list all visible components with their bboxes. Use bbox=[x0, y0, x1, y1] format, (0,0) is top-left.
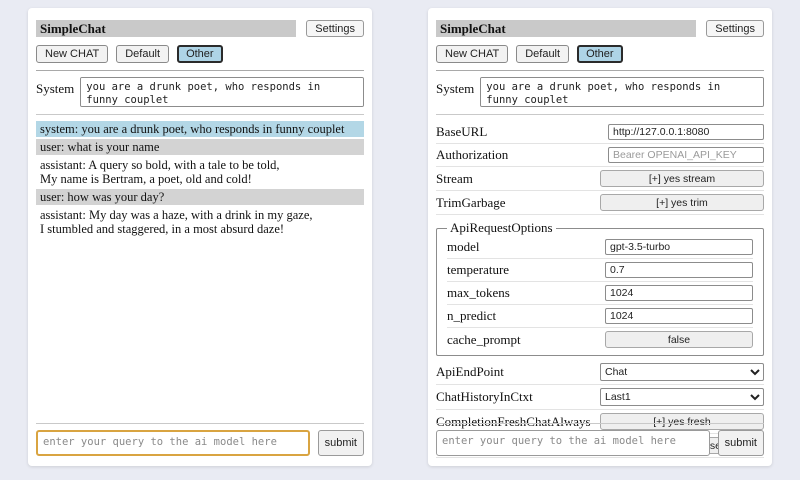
trimgarbage-label: TrimGarbage bbox=[436, 195, 600, 211]
setting-row-cache-prompt: cache_prompt false bbox=[447, 328, 753, 351]
settings-button[interactable]: Settings bbox=[706, 20, 764, 37]
session-tab-default[interactable]: Default bbox=[116, 45, 169, 63]
divider bbox=[436, 423, 764, 424]
setting-row-trimgarbage: TrimGarbage [+] yes trim bbox=[436, 191, 764, 215]
n-predict-input[interactable] bbox=[605, 308, 753, 324]
app-title: SimpleChat bbox=[36, 20, 296, 37]
setting-row-temperature: temperature bbox=[447, 259, 753, 282]
chat-message-assistant: assistant: My day was a haze, with a dri… bbox=[36, 207, 364, 237]
system-prompt-input[interactable]: you are a drunk poet, who responds in fu… bbox=[80, 77, 364, 107]
divider bbox=[36, 114, 364, 115]
chat-message-user: user: what is your name bbox=[36, 139, 364, 155]
setting-row-authorization: Authorization bbox=[436, 144, 764, 167]
model-input[interactable] bbox=[605, 239, 753, 255]
settings-list: BaseURL Authorization Stream [+] yes str… bbox=[436, 121, 764, 458]
setting-row-chathistoryinctxt: ChatHistoryInCtxt Last1 bbox=[436, 385, 764, 410]
authorization-label: Authorization bbox=[436, 147, 608, 163]
submit-button[interactable]: submit bbox=[718, 430, 764, 456]
query-row: submit bbox=[36, 430, 364, 460]
n-predict-label: n_predict bbox=[447, 308, 605, 324]
system-prompt-row: System you are a drunk poet, who respond… bbox=[36, 77, 364, 107]
temperature-input[interactable] bbox=[605, 262, 753, 278]
max-tokens-label: max_tokens bbox=[447, 285, 605, 301]
chathistoryinctxt-label: ChatHistoryInCtxt bbox=[436, 389, 600, 405]
setting-row-stream: Stream [+] yes stream bbox=[436, 167, 764, 191]
setting-row-apiendpoint: ApiEndPoint Chat bbox=[436, 360, 764, 385]
chat-message-user: user: how was your day? bbox=[36, 189, 364, 205]
setting-row-n-predict: n_predict bbox=[447, 305, 753, 328]
max-tokens-input[interactable] bbox=[605, 285, 753, 301]
session-tab-other[interactable]: Other bbox=[577, 45, 623, 63]
settings-panel: SimpleChat Settings New CHAT Default Oth… bbox=[428, 8, 772, 466]
system-prompt-row: System you are a drunk poet, who respond… bbox=[436, 77, 764, 107]
trimgarbage-toggle-button[interactable]: [+] yes trim bbox=[600, 194, 764, 211]
cache-prompt-label: cache_prompt bbox=[447, 332, 605, 348]
baseurl-input[interactable] bbox=[608, 124, 764, 140]
cache-prompt-toggle-button[interactable]: false bbox=[605, 331, 753, 348]
chat-toolbar: New CHAT Default Other bbox=[36, 45, 364, 63]
api-request-options-legend: ApiRequestOptions bbox=[447, 220, 556, 236]
stream-label: Stream bbox=[436, 171, 600, 187]
page: SimpleChat Settings New CHAT Default Oth… bbox=[0, 0, 800, 480]
query-area: submit bbox=[436, 416, 764, 460]
new-chat-button[interactable]: New CHAT bbox=[436, 45, 508, 63]
settings-header: SimpleChat Settings bbox=[436, 20, 764, 37]
session-tab-other[interactable]: Other bbox=[177, 45, 223, 63]
divider bbox=[436, 114, 764, 115]
temperature-label: temperature bbox=[447, 262, 605, 278]
app-title: SimpleChat bbox=[436, 20, 696, 37]
api-request-options-fieldset: ApiRequestOptions model temperature max_… bbox=[436, 220, 764, 356]
settings-toolbar: New CHAT Default Other bbox=[436, 45, 764, 63]
chat-log: system: you are a drunk poet, who respon… bbox=[36, 121, 364, 237]
model-label: model bbox=[447, 239, 605, 255]
divider bbox=[436, 70, 764, 71]
chat-message-assistant: assistant: A query so bold, with a tale … bbox=[36, 157, 364, 187]
stream-toggle-button[interactable]: [+] yes stream bbox=[600, 170, 764, 187]
setting-row-model: model bbox=[447, 236, 753, 259]
query-area: submit bbox=[36, 416, 364, 460]
apiendpoint-label: ApiEndPoint bbox=[436, 364, 600, 380]
setting-row-baseurl: BaseURL bbox=[436, 121, 764, 144]
system-label: System bbox=[436, 77, 474, 97]
query-input[interactable] bbox=[436, 430, 710, 456]
divider bbox=[36, 70, 364, 71]
apiendpoint-select[interactable]: Chat bbox=[600, 363, 764, 381]
setting-row-max-tokens: max_tokens bbox=[447, 282, 753, 305]
baseurl-label: BaseURL bbox=[436, 124, 608, 140]
chat-message-system: system: you are a drunk poet, who respon… bbox=[36, 121, 364, 137]
settings-button[interactable]: Settings bbox=[306, 20, 364, 37]
new-chat-button[interactable]: New CHAT bbox=[36, 45, 108, 63]
query-row: submit bbox=[436, 430, 764, 460]
chat-header: SimpleChat Settings bbox=[36, 20, 364, 37]
authorization-input[interactable] bbox=[608, 147, 764, 163]
query-input[interactable] bbox=[36, 430, 310, 456]
submit-button[interactable]: submit bbox=[318, 430, 364, 456]
chathistoryinctxt-select[interactable]: Last1 bbox=[600, 388, 764, 406]
chat-panel: SimpleChat Settings New CHAT Default Oth… bbox=[28, 8, 372, 466]
system-label: System bbox=[36, 77, 74, 97]
divider bbox=[36, 423, 364, 424]
system-prompt-input[interactable]: you are a drunk poet, who responds in fu… bbox=[480, 77, 764, 107]
session-tab-default[interactable]: Default bbox=[516, 45, 569, 63]
